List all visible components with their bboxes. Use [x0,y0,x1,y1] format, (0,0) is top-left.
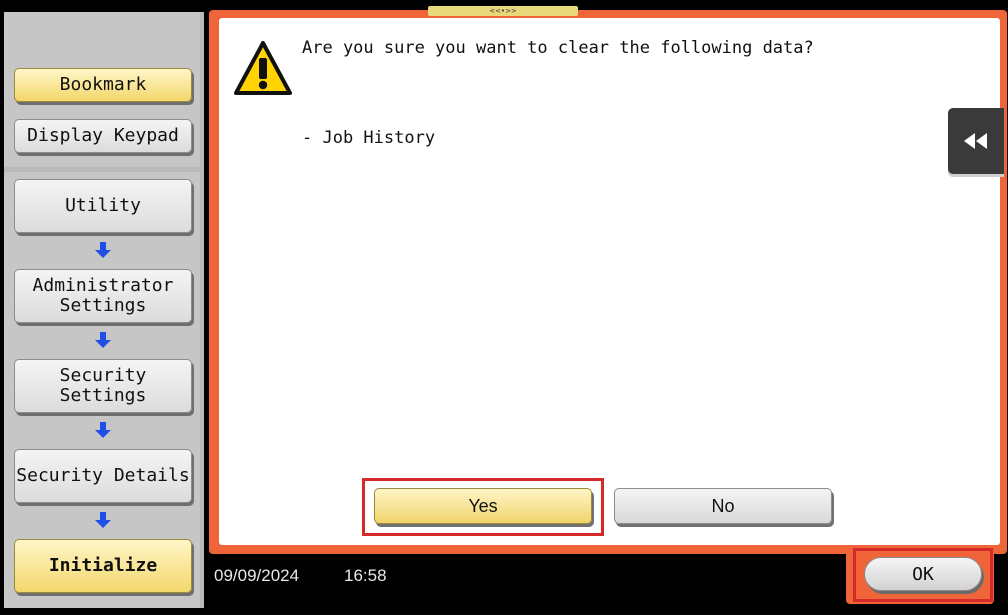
confirm-question: Are you sure you want to clear the follo… [302,38,814,58]
top-handle[interactable]: <<•>> [428,6,578,16]
path-initialize-button[interactable]: Initialize [14,539,192,593]
ok-button[interactable]: OK [864,557,982,591]
screen: Bookmark Display Keypad Utility Administ… [0,0,1008,615]
yes-button[interactable]: Yes [374,488,592,524]
arrow-down-icon [95,332,111,348]
path-security-settings-button[interactable]: Security Settings [14,359,192,413]
path-administrator-settings-button[interactable]: Administrator Settings [14,269,192,323]
bookmark-button[interactable]: Bookmark [14,68,192,102]
sidebar: Bookmark Display Keypad Utility Administ… [4,12,204,608]
arrow-down-icon [95,422,111,438]
collapse-panel-button[interactable] [948,108,1004,174]
warning-icon [234,41,292,95]
clear-item-job-history: - Job History [302,128,436,148]
path-security-details-button[interactable]: Security Details [14,449,192,503]
arrow-down-icon [95,242,111,258]
status-date: 09/09/2024 [214,566,300,585]
status-time: 16:58 [344,566,387,585]
arrow-down-icon [95,512,111,528]
path-utility-button[interactable]: Utility [14,179,192,233]
no-button[interactable]: No [614,488,832,524]
double-chevron-left-icon [964,133,987,149]
display-keypad-button[interactable]: Display Keypad [14,119,192,153]
confirm-dialog [219,18,1000,545]
